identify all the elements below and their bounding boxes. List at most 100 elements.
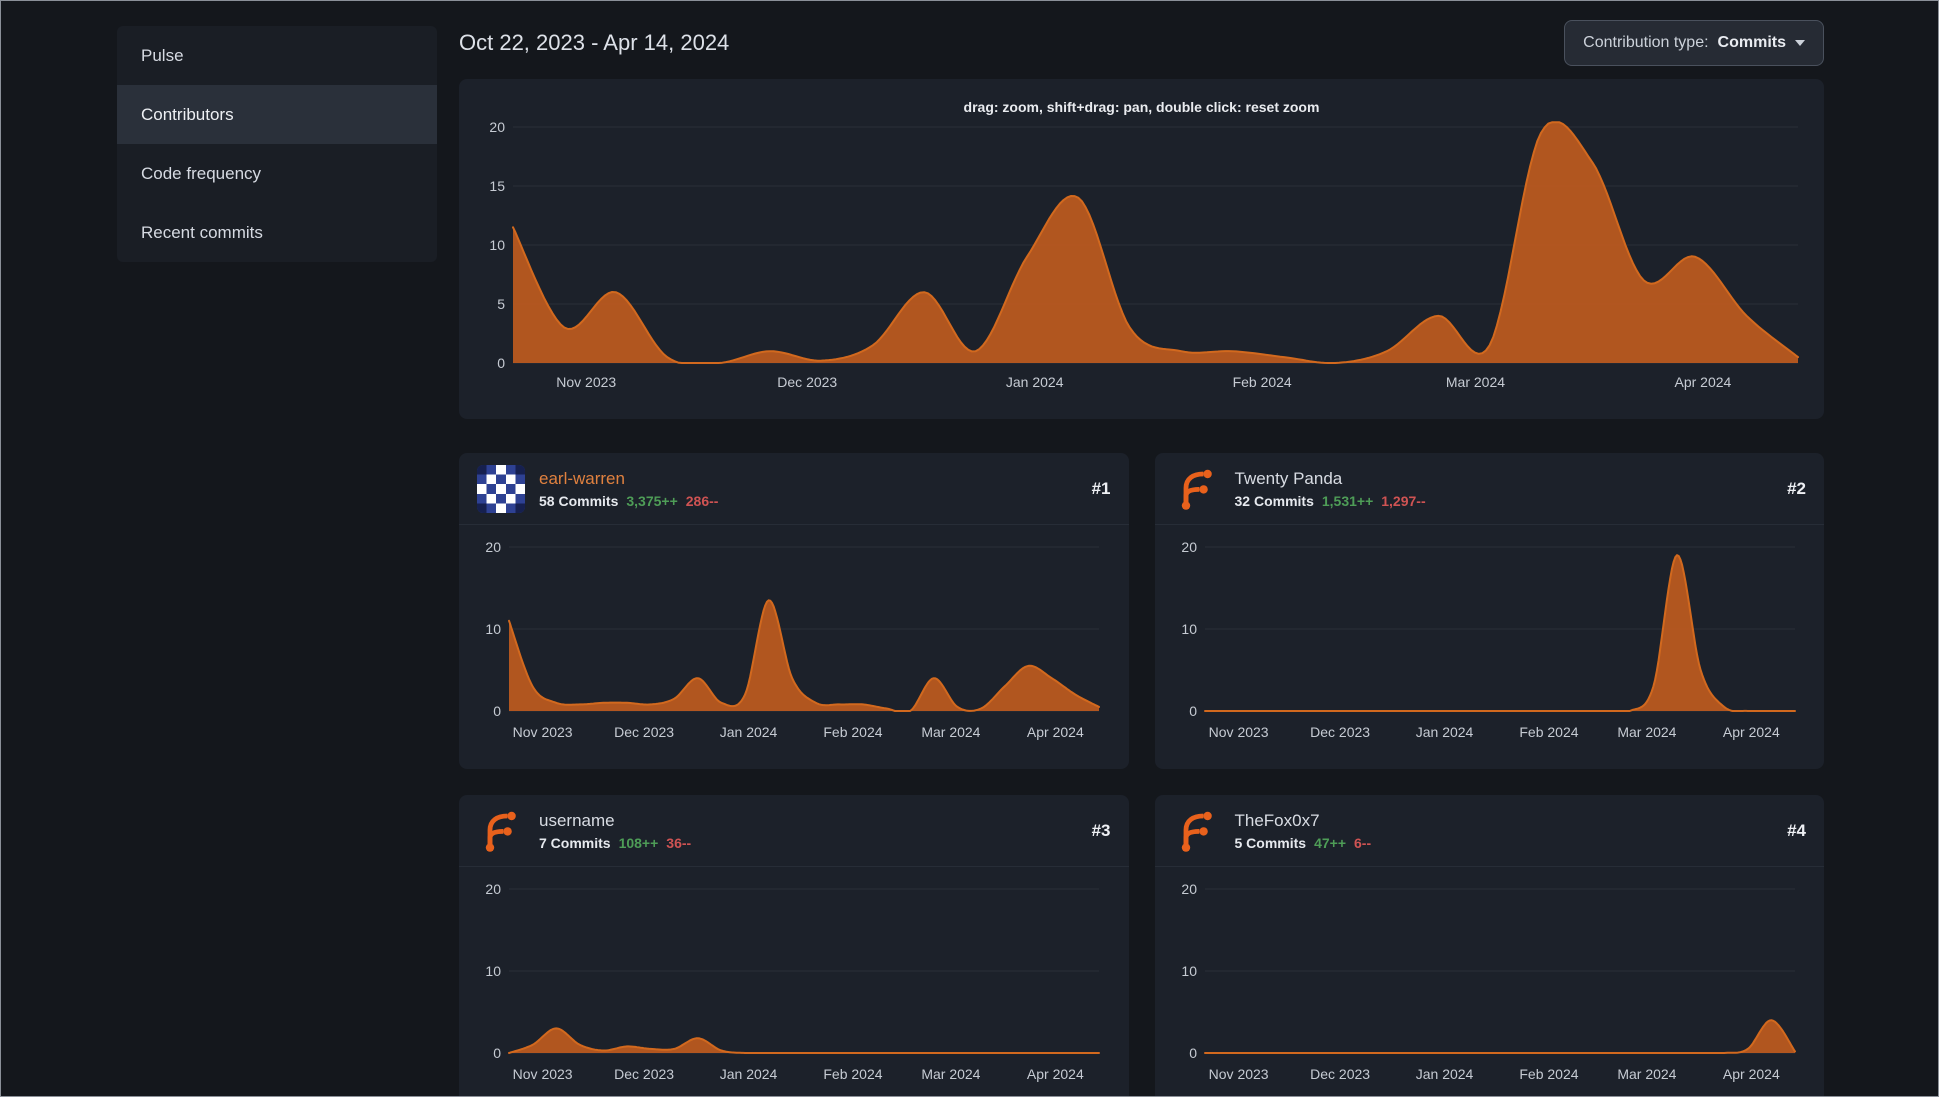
svg-text:15: 15 (489, 178, 505, 194)
svg-text:Nov 2023: Nov 2023 (1208, 1066, 1268, 1082)
svg-text:Mar 2024: Mar 2024 (1617, 1066, 1676, 1082)
svg-text:Apr 2024: Apr 2024 (1722, 1066, 1779, 1082)
contribution-type-label: Contribution type: (1583, 34, 1709, 51)
contributor-stats: 58 Commits 3,375++ 286-- (539, 493, 1078, 509)
svg-text:0: 0 (1189, 703, 1197, 719)
svg-text:10: 10 (489, 237, 505, 253)
contributor-meta: TheFox0x7 5 Commits 47++ 6-- (1235, 811, 1774, 851)
svg-text:0: 0 (493, 703, 501, 719)
svg-text:Dec 2023: Dec 2023 (1310, 724, 1370, 740)
svg-text:Apr 2024: Apr 2024 (1722, 724, 1779, 740)
main-content: Oct 22, 2023 - Apr 14, 2024 Contribution… (459, 1, 1824, 1096)
commit-count: 5 Commits (1234, 835, 1307, 851)
identicon-avatar (477, 465, 525, 513)
svg-text:Feb 2024: Feb 2024 (1519, 724, 1578, 740)
additions-count: 108++ (618, 835, 659, 851)
svg-text:20: 20 (485, 881, 501, 897)
rank-badge: #4 (1787, 821, 1806, 840)
contributor-header: Twenty Panda 32 Commits 1,531++ 1,297-- … (1154, 453, 1824, 525)
svg-text:Dec 2023: Dec 2023 (1310, 1066, 1370, 1082)
contributor-card-username: username 7 Commits 108++ 36-- #3 0 10 20 No… (459, 795, 1129, 1096)
sidebar-item-pulse[interactable]: Pulse (117, 26, 437, 85)
contributor-activity-chart[interactable]: 0 10 20 Nov 2023 Dec 2023 Jan 2024 Feb 2024 Mar… (473, 533, 1113, 745)
contributor-activity-chart[interactable]: 0 10 20 Nov 2023 Dec 2023 Jan 2024 Feb 2024 Mar… (1169, 533, 1809, 745)
svg-text:Feb 2024: Feb 2024 (1233, 374, 1292, 390)
svg-text:Nov 2023: Nov 2023 (1208, 724, 1268, 740)
svg-text:20: 20 (1181, 881, 1197, 897)
svg-text:Jan 2024: Jan 2024 (1415, 724, 1473, 740)
contribution-type-value: Commits (1717, 34, 1786, 51)
svg-text:Dec 2023: Dec 2023 (614, 1066, 674, 1082)
sidebar-item-contributors[interactable]: Contributors (117, 85, 437, 144)
deletions-count: 286-- (685, 493, 719, 509)
svg-text:Jan 2024: Jan 2024 (1006, 374, 1064, 390)
contributor-meta: username 7 Commits 108++ 36-- (539, 811, 1078, 851)
svg-text:Dec 2023: Dec 2023 (614, 724, 674, 740)
commit-count: 7 Commits (539, 835, 611, 851)
forgejo-logo-icon (1173, 465, 1221, 513)
contributor-name: TheFox0x7 (1234, 811, 1320, 830)
svg-text:10: 10 (485, 621, 501, 637)
commit-count: 58 Commits (539, 493, 619, 509)
additions-count: 1,531++ (1321, 493, 1374, 509)
contributor-name: username (539, 811, 615, 830)
chart-zoom-hint: drag: zoom, shift+drag: pan, double clic… (963, 99, 1320, 115)
contributor-card-earl-warren: earl-warren 58 Commits 3,375++ 286-- #1 … (459, 453, 1129, 769)
sidebar-item-code-frequency[interactable]: Code frequency (117, 144, 437, 203)
contribution-type-dropdown[interactable]: Contribution type: Commits (1564, 20, 1824, 66)
svg-text:Jan 2024: Jan 2024 (720, 724, 778, 740)
svg-text:10: 10 (1181, 621, 1197, 637)
svg-text:Mar 2024: Mar 2024 (921, 1066, 980, 1082)
svg-text:Jan 2024: Jan 2024 (720, 1066, 778, 1082)
contributor-header: TheFox0x7 5 Commits 47++ 6-- #4 (1154, 795, 1824, 867)
forgejo-logo-icon (1173, 807, 1221, 855)
svg-text:10: 10 (1181, 963, 1197, 979)
chevron-down-icon (1795, 40, 1805, 46)
contributor-name: Twenty Panda (1234, 469, 1343, 488)
svg-text:20: 20 (485, 539, 501, 555)
svg-text:Apr 2024: Apr 2024 (1674, 374, 1731, 390)
contributor-activity-chart[interactable]: 0 10 20 Nov 2023 Dec 2023 Jan 2024 Feb 2024 Mar… (1169, 875, 1809, 1087)
additions-count: 47++ (1314, 835, 1347, 851)
svg-text:0: 0 (1189, 1045, 1197, 1061)
topbar: Oct 22, 2023 - Apr 14, 2024 Contribution… (459, 19, 1824, 67)
contributor-card-twenty-panda: Twenty Panda 32 Commits 1,531++ 1,297-- … (1154, 453, 1824, 769)
contributor-meta: Twenty Panda 32 Commits 1,531++ 1,297-- (1235, 469, 1774, 509)
svg-text:Mar 2024: Mar 2024 (1617, 724, 1676, 740)
contributor-header: username 7 Commits 108++ 36-- #3 (459, 795, 1129, 867)
svg-text:Jan 2024: Jan 2024 (1415, 1066, 1473, 1082)
contributor-activity-chart[interactable]: 0 10 20 Nov 2023 Dec 2023 Jan 2024 Feb 2024 Mar… (473, 875, 1113, 1087)
rank-badge: #1 (1091, 479, 1111, 498)
deletions-count: 36-- (666, 835, 692, 851)
contributors-grid: earl-warren 58 Commits 3,375++ 286-- #1 … (459, 453, 1824, 1096)
svg-text:Apr 2024: Apr 2024 (1027, 724, 1084, 740)
commit-count: 32 Commits (1234, 493, 1314, 509)
svg-text:Nov 2023: Nov 2023 (513, 1066, 573, 1082)
svg-text:10: 10 (485, 963, 501, 979)
deletions-count: 6-- (1354, 835, 1372, 851)
contributor-stats: 5 Commits 47++ 6-- (1235, 835, 1774, 851)
svg-text:Apr 2024: Apr 2024 (1027, 1066, 1084, 1082)
svg-text:0: 0 (493, 1045, 501, 1061)
additions-count: 3,375++ (626, 493, 678, 509)
contributors-page: Pulse Contributors Code frequency Recent… (0, 0, 1939, 1097)
svg-text:0: 0 (497, 355, 505, 371)
svg-text:Mar 2024: Mar 2024 (1446, 374, 1505, 390)
svg-text:5: 5 (497, 296, 505, 312)
contributor-stats: 7 Commits 108++ 36-- (539, 835, 1078, 851)
contributor-card-thefox0x7: TheFox0x7 5 Commits 47++ 6-- #4 0 10 20 Nov… (1154, 795, 1824, 1096)
deletions-count: 1,297-- (1381, 493, 1426, 509)
svg-text:Dec 2023: Dec 2023 (777, 374, 837, 390)
main-activity-chart[interactable]: 0 5 10 15 20 Nov 2023 Dec 2023 Jan 2024 Feb 2024… (471, 117, 1812, 395)
date-range-title: Oct 22, 2023 - Apr 14, 2024 (459, 30, 730, 55)
contributor-name[interactable]: earl-warren (539, 469, 1078, 489)
contributor-stats: 32 Commits 1,531++ 1,297-- (1235, 493, 1774, 509)
contributor-meta: earl-warren 58 Commits 3,375++ 286-- (539, 469, 1078, 509)
svg-text:Nov 2023: Nov 2023 (513, 724, 573, 740)
main-chart-card: drag: zoom, shift+drag: pan, double clic… (459, 79, 1824, 419)
rank-badge: #2 (1787, 479, 1806, 498)
sidebar-item-recent-commits[interactable]: Recent commits (117, 203, 437, 262)
svg-text:Mar 2024: Mar 2024 (921, 724, 980, 740)
svg-text:Feb 2024: Feb 2024 (823, 724, 882, 740)
svg-text:Feb 2024: Feb 2024 (823, 1066, 882, 1082)
